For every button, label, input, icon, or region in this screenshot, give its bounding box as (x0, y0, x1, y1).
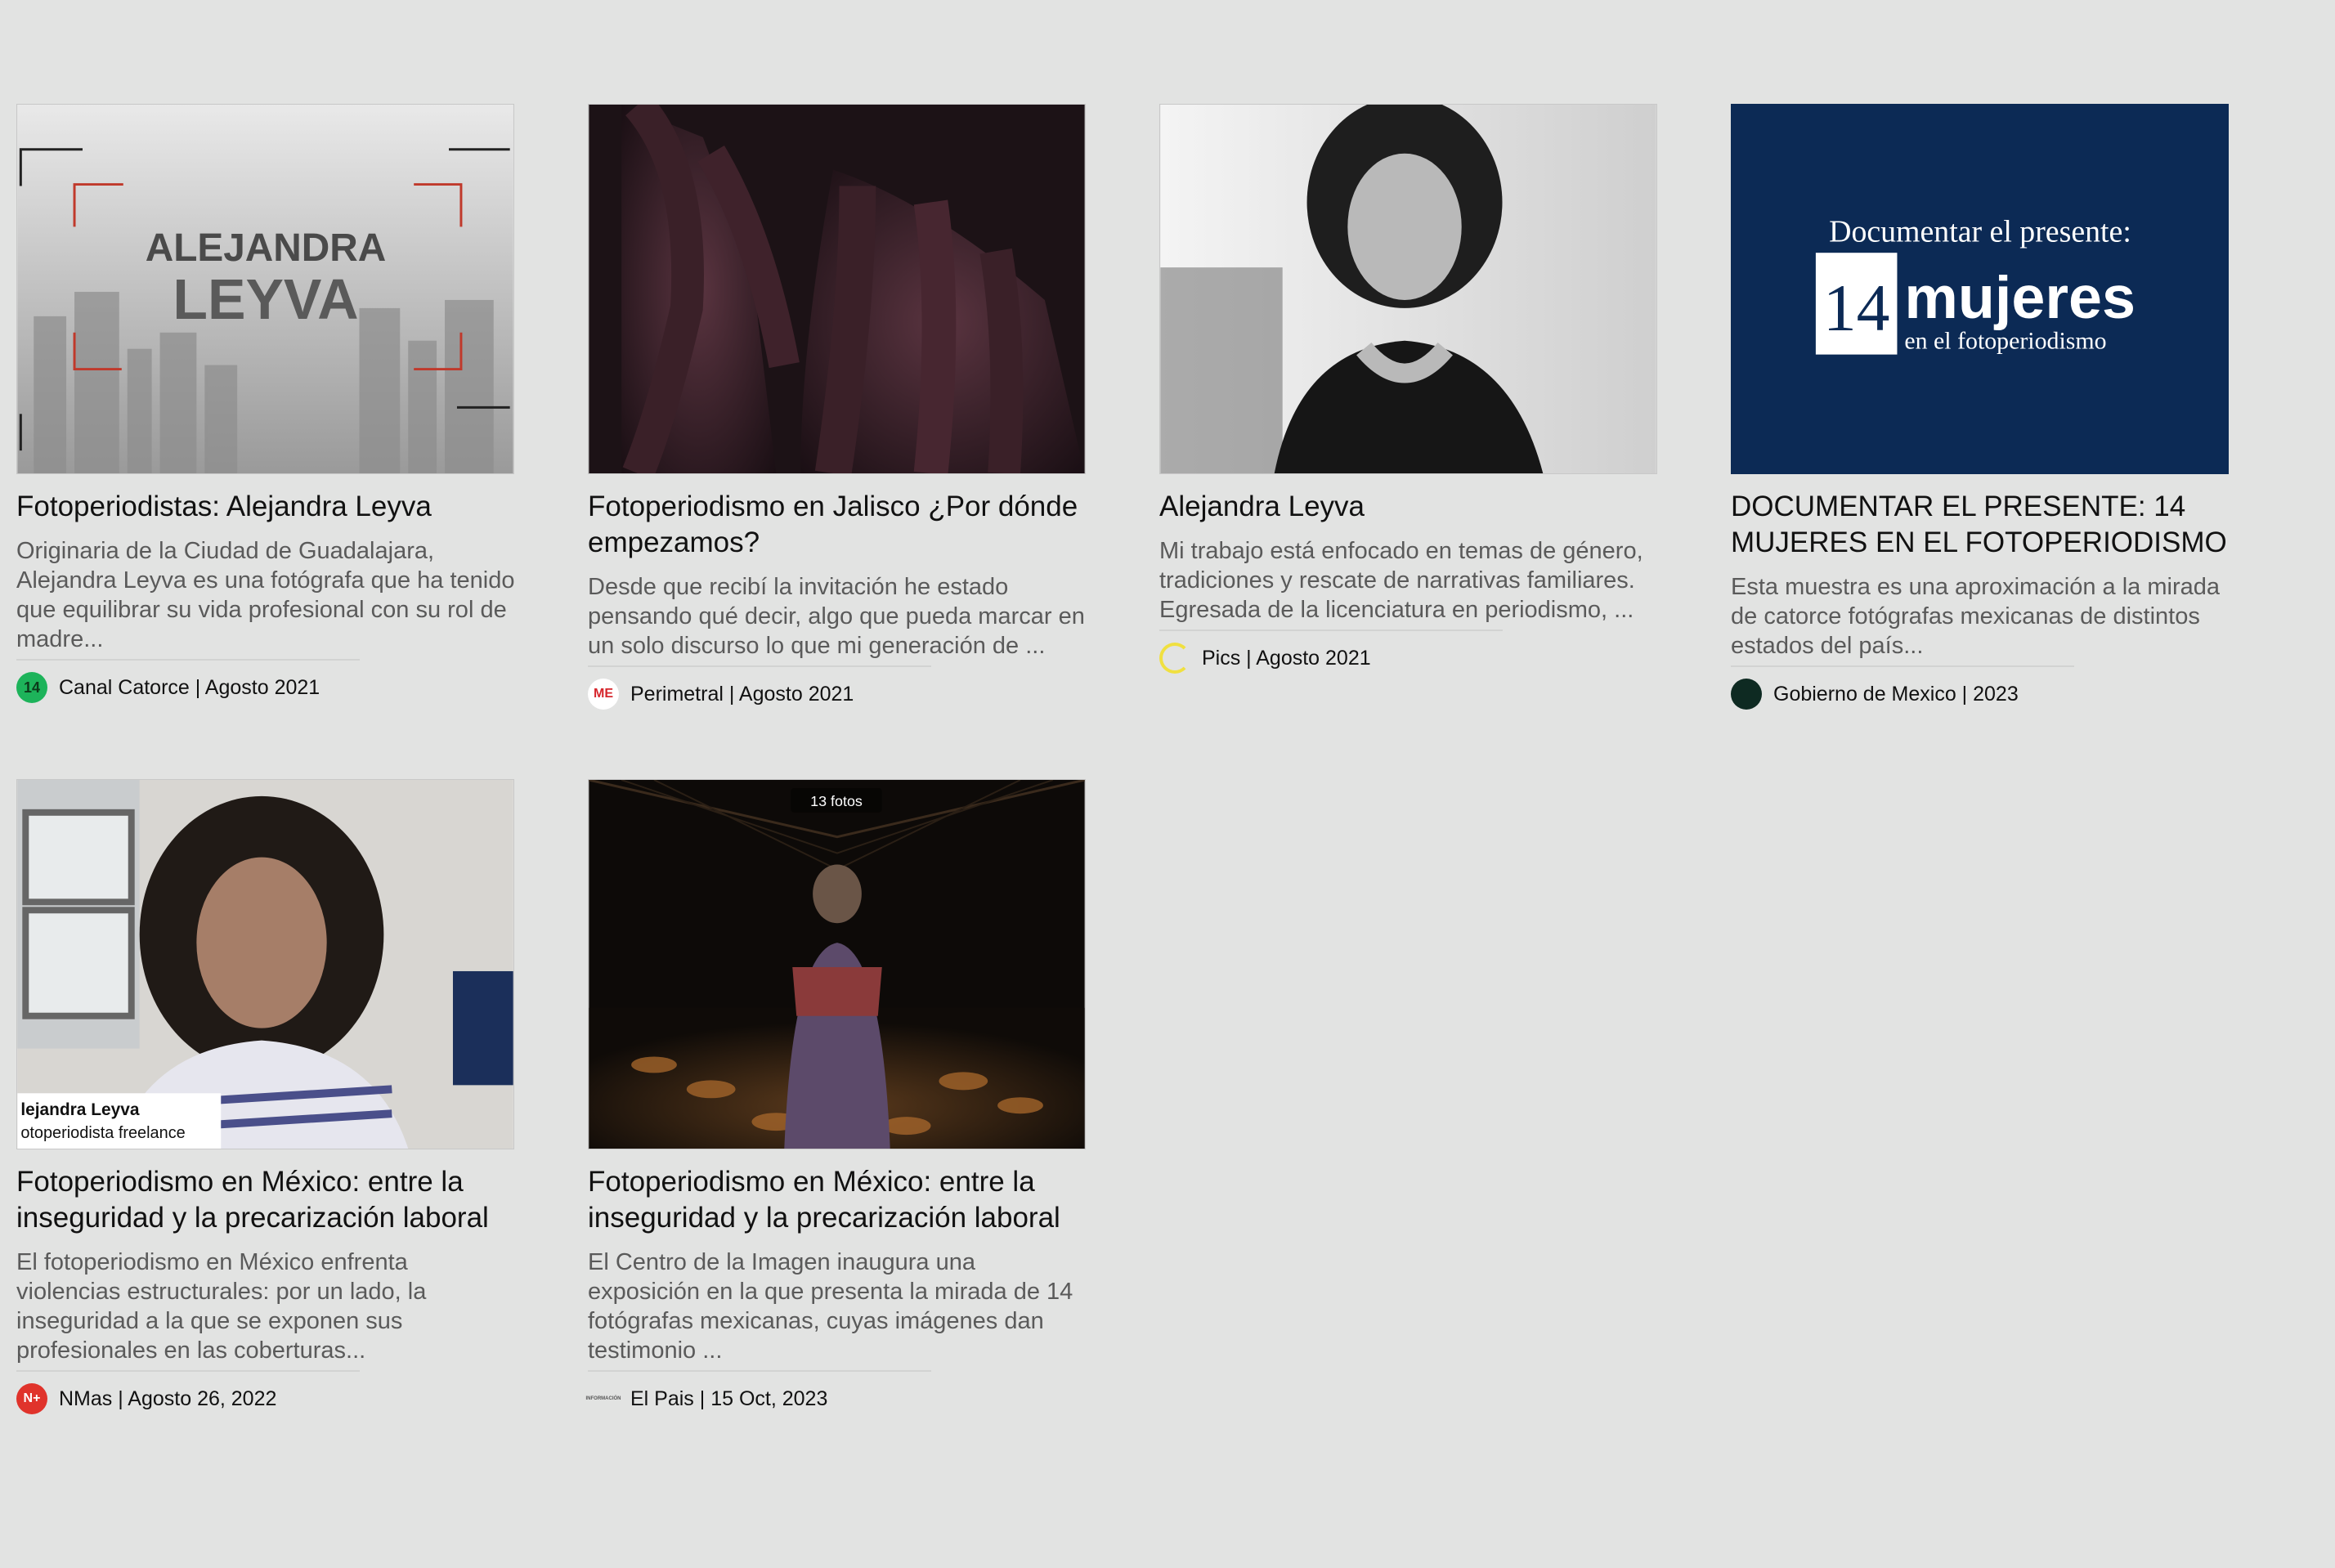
card-divider (16, 659, 360, 661)
thumbnail-image: 13 fotos (589, 780, 1085, 1149)
source-label: Canal Catorce | Agosto 2021 (59, 675, 320, 699)
video-caption-role: otoperiodista freelance (20, 1124, 185, 1142)
article-title[interactable]: Fotoperiodismo en México: entre la inseg… (588, 1164, 1087, 1236)
thumbnail-image: ALEJANDRA LEYVA (17, 105, 513, 473)
thumbnail-image (589, 105, 1085, 473)
article-thumbnail[interactable] (1159, 104, 1657, 474)
thumbnail-name-line1: ALEJANDRA (146, 226, 387, 270)
article-card[interactable]: lejandra Leyva otoperiodista freelance F… (16, 779, 515, 1414)
article-card[interactable]: ALEJANDRA LEYVA Fotoperiodistas: Alejand… (16, 104, 515, 703)
article-source: Gobierno de Mexico | 2023 (1731, 679, 2230, 710)
article-grid: ALEJANDRA LEYVA Fotoperiodistas: Alejand… (0, 0, 2335, 1568)
exhibit-number: 14 (1823, 271, 1890, 345)
source-logo-icon: INFORMACIÓN (585, 1396, 621, 1401)
card-divider (1731, 665, 2074, 667)
video-caption-name: lejandra Leyva (20, 1100, 140, 1119)
article-description: El fotoperiodismo en México enfrenta vio… (16, 1249, 427, 1364)
source-label: NMas | Agosto 26, 2022 (59, 1387, 277, 1410)
source-logo-icon (1159, 643, 1190, 674)
source-label: El Pais | 15 Oct, 2023 (630, 1387, 828, 1410)
article-description: Mi trabajo está enfocado en temas de gén… (1159, 538, 1643, 623)
exhibit-title-line1: Documentar el presente: (1829, 214, 2131, 249)
card-divider (16, 1370, 360, 1372)
source-label: Pics | Agosto 2021 (1202, 646, 1371, 670)
article-thumbnail[interactable]: 13 fotos (588, 779, 1086, 1149)
source-logo-icon: ME (588, 679, 619, 710)
article-card[interactable]: 13 fotos Fotoperiodismo en México: entre… (585, 779, 1087, 1414)
article-thumbnail[interactable]: ALEJANDRA LEYVA (16, 104, 514, 474)
article-description: Esta muestra es una aproximación a la mi… (1731, 574, 2221, 659)
article-source: ME Perimetral | Agosto 2021 (588, 679, 1087, 710)
article-thumbnail[interactable]: Documentar el presente: 14 mujeres en el… (1731, 104, 2229, 474)
article-description: El Centro de la Imagen inaugura una expo… (588, 1249, 1073, 1364)
exhibit-title-word: mujeres (1904, 263, 2136, 331)
thumbnail-image (1160, 105, 1656, 473)
article-thumbnail[interactable] (588, 104, 1086, 474)
article-source: N+ NMas | Agosto 26, 2022 (16, 1383, 515, 1414)
thumbnail-image: Documentar el presente: 14 mujeres en el… (1732, 105, 2228, 473)
article-title[interactable]: Fotoperiodismo en México: entre la inseg… (16, 1164, 515, 1236)
article-source: Pics | Agosto 2021 (1159, 643, 1658, 674)
article-description: Originaria de la Ciudad de Guadalajara, … (16, 538, 515, 652)
source-label: Gobierno de Mexico | 2023 (1773, 682, 2019, 706)
card-divider (588, 665, 931, 667)
article-description: Desde que recibí la invitación he estado… (588, 574, 1085, 659)
article-card[interactable]: Fotoperiodismo en Jalisco ¿Por dónde emp… (588, 104, 1087, 710)
article-card[interactable]: Documentar el presente: 14 mujeres en el… (1731, 104, 2230, 710)
card-divider (588, 1370, 931, 1372)
article-thumbnail[interactable]: lejandra Leyva otoperiodista freelance (16, 779, 514, 1149)
thumbnail-name-line2: LEYVA (173, 267, 358, 331)
photo-count-badge: 13 fotos (810, 793, 863, 809)
article-source: INFORMACIÓN El Pais | 15 Oct, 2023 (585, 1383, 1087, 1414)
article-title[interactable]: Fotoperiodismo en Jalisco ¿Por dónde emp… (588, 489, 1087, 561)
source-logo-icon: 14 (16, 672, 47, 703)
source-logo-icon: N+ (16, 1383, 47, 1414)
exhibit-title-line3: en el fotoperiodismo (1904, 328, 2106, 355)
source-label: Perimetral | Agosto 2021 (630, 682, 854, 706)
article-source: 14 Canal Catorce | Agosto 2021 (16, 672, 515, 703)
article-title[interactable]: Alejandra Leyva (1159, 489, 1658, 525)
article-card[interactable]: Alejandra Leyva Mi trabajo está enfocado… (1159, 104, 1658, 674)
article-title[interactable]: DOCUMENTAR EL PRESENTE: 14 MUJERES EN EL… (1731, 489, 2230, 561)
article-title[interactable]: Fotoperiodistas: Alejandra Leyva (16, 489, 515, 525)
source-logo-icon (1731, 679, 1762, 710)
thumbnail-image: lejandra Leyva otoperiodista freelance (17, 780, 513, 1149)
card-divider (1159, 629, 1503, 631)
